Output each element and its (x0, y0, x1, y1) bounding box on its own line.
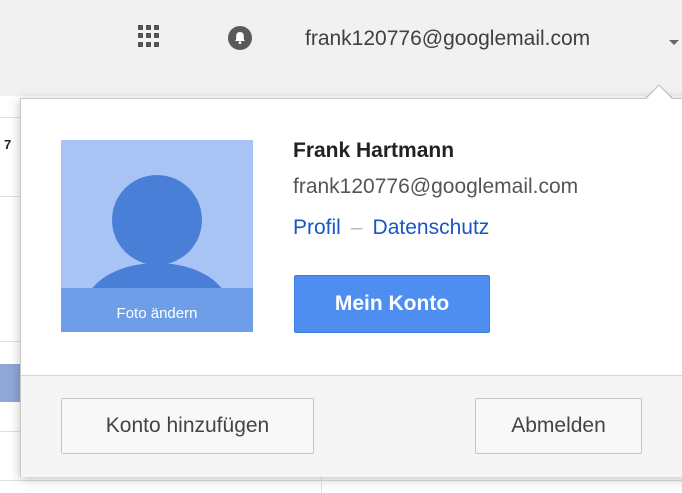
popup-arrow-fill (646, 86, 672, 99)
account-switcher-email[interactable]: frank120776@googlemail.com (305, 27, 590, 51)
account-links: Profil – Datenschutz (293, 216, 489, 240)
popup-footer: Konto hinzufügen Abmelden (21, 375, 682, 477)
privacy-link[interactable]: Datenschutz (373, 216, 490, 239)
profile-photo[interactable]: Foto ändern (61, 140, 253, 332)
link-separator: – (350, 216, 363, 239)
sign-out-button[interactable]: Abmelden (475, 398, 642, 454)
change-photo-label[interactable]: Foto ändern (61, 305, 253, 322)
account-popup: Foto ändern Frank Hartmann frank120776@g… (20, 98, 682, 477)
my-account-button[interactable]: Mein Konto (294, 275, 490, 333)
add-account-button[interactable]: Konto hinzufügen (61, 398, 314, 454)
profile-link[interactable]: Profil (293, 216, 341, 239)
user-name: Frank Hartmann (293, 139, 455, 162)
background-text: 7 (4, 137, 12, 152)
background-selected-row (0, 364, 20, 402)
top-bar: frank120776@googlemail.com (0, 0, 682, 96)
notifications-icon[interactable] (228, 26, 252, 50)
apps-grid-icon[interactable] (138, 25, 160, 47)
chevron-down-icon[interactable] (669, 40, 679, 45)
user-email: frank120776@googlemail.com (293, 175, 579, 198)
